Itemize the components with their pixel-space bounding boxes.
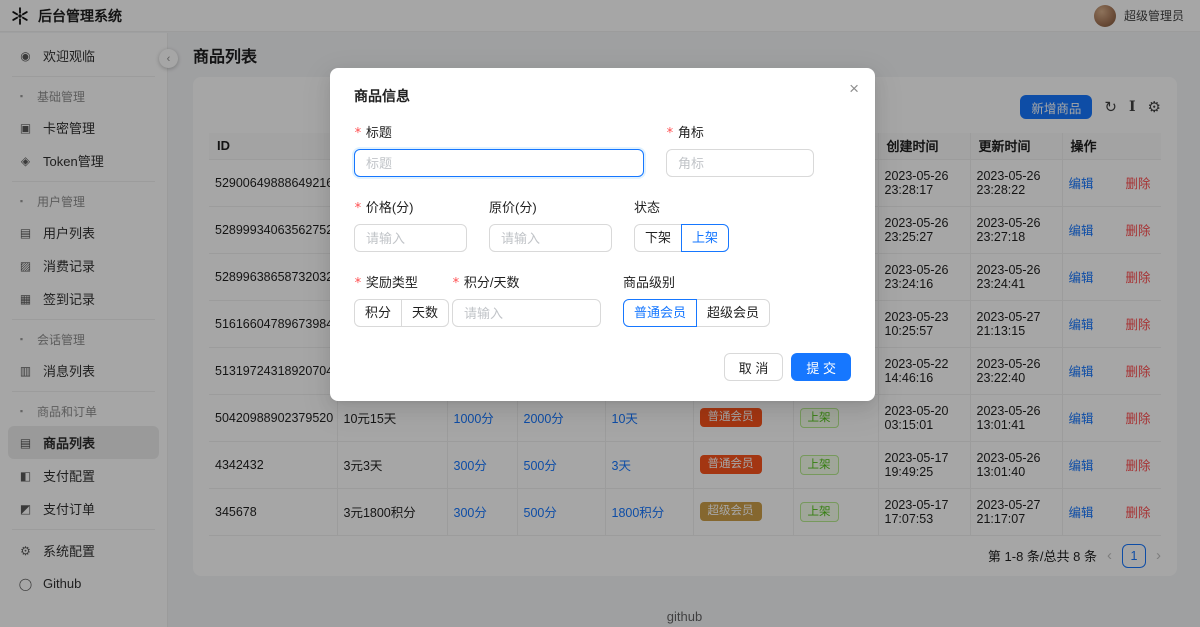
title-field: *标题	[354, 122, 644, 177]
title-input[interactable]	[354, 149, 644, 177]
price-label: 价格(分)	[366, 200, 414, 215]
status-option-off-shelf[interactable]: 下架	[634, 224, 682, 252]
form-row-2: *价格(分) 原价(分) 状态 下架 上架	[354, 197, 851, 252]
form-row-3: *奖励类型 积分 天数 *积分/天数 商品级别 普通会员 超级会员	[354, 272, 851, 327]
status-radio-group: 下架 上架	[634, 224, 729, 252]
amount-input[interactable]	[452, 299, 601, 327]
level-field: 商品级别 普通会员 超级会员	[623, 272, 851, 327]
reward-type-label: 奖励类型	[366, 275, 418, 290]
status-field: 状态 下架 上架	[634, 197, 851, 252]
status-label: 状态	[634, 200, 660, 215]
price-input[interactable]	[354, 224, 467, 252]
product-info-modal: 商品信息 × *标题 *角标 *价格(分) 原价(分) 状态	[330, 68, 875, 401]
level-radio-group: 普通会员 超级会员	[623, 299, 770, 327]
reward-type-radio-group: 积分 天数	[354, 299, 449, 327]
badge-input[interactable]	[666, 149, 814, 177]
level-option-super[interactable]: 超级会员	[696, 299, 770, 327]
level-label: 商品级别	[623, 275, 675, 290]
orig-price-field: 原价(分)	[489, 197, 612, 252]
reward-option-days[interactable]: 天数	[401, 299, 449, 327]
orig-price-input[interactable]	[489, 224, 612, 252]
price-field: *价格(分)	[354, 197, 467, 252]
level-option-normal[interactable]: 普通会员	[623, 299, 697, 327]
reward-type-field: *奖励类型 积分 天数	[354, 272, 430, 327]
title-label: 标题	[366, 125, 392, 140]
modal-title: 商品信息	[354, 86, 851, 106]
cancel-button[interactable]: 取 消	[724, 353, 784, 381]
orig-price-label: 原价(分)	[489, 200, 537, 215]
modal-footer: 取 消 提 交	[354, 353, 851, 381]
app-window: 后台管理系统 超级管理员 ◉欢迎观临▪基础管理▣卡密管理◈Token管理▪用户管…	[0, 0, 1200, 627]
status-option-on-shelf[interactable]: 上架	[681, 224, 729, 252]
submit-button[interactable]: 提 交	[791, 353, 851, 381]
badge-label: 角标	[678, 125, 704, 140]
amount-label: 积分/天数	[464, 275, 520, 290]
close-icon[interactable]: ×	[849, 80, 859, 97]
reward-option-points[interactable]: 积分	[354, 299, 402, 327]
badge-field: *角标	[666, 122, 814, 177]
amount-field: *积分/天数	[452, 272, 601, 327]
form-row-1: *标题 *角标	[354, 122, 851, 177]
